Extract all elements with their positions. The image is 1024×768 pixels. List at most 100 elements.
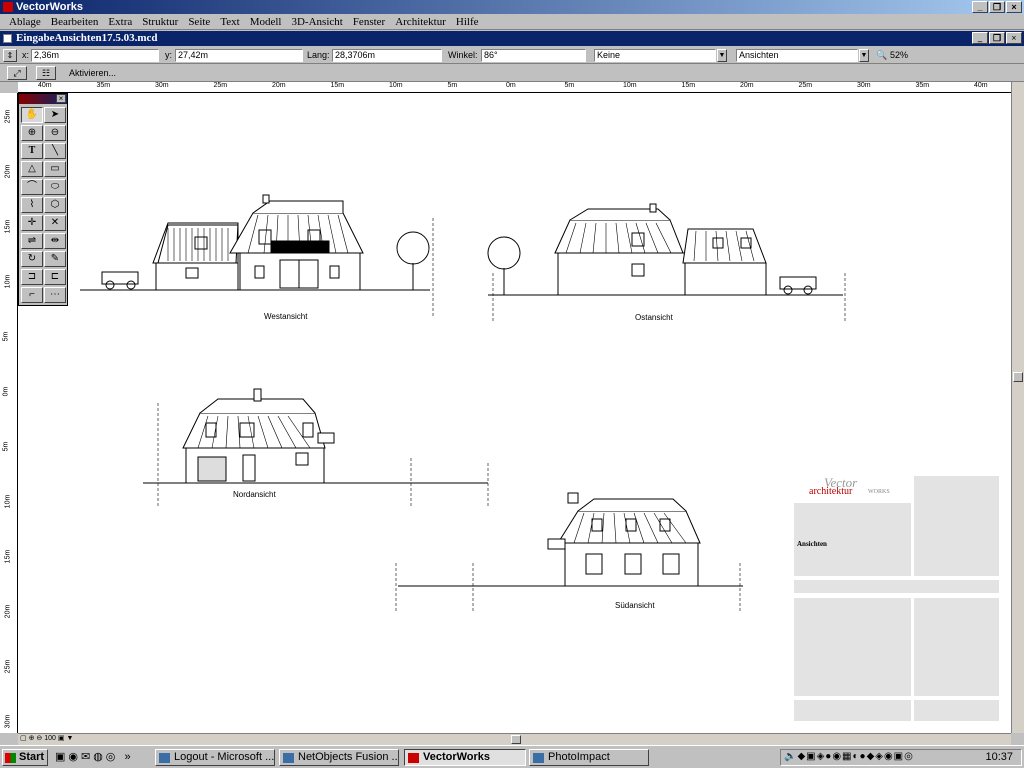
resize-mode-icon[interactable]: ⤢ bbox=[7, 66, 27, 80]
menu-struktur[interactable]: Struktur bbox=[137, 16, 183, 28]
line-tool-icon[interactable]: ╲ bbox=[44, 143, 66, 159]
polygon-tool-icon[interactable]: △ bbox=[21, 161, 43, 177]
menu-3d-ansicht[interactable]: 3D-Ansicht bbox=[286, 16, 347, 28]
zoom-level: 52% bbox=[890, 50, 909, 60]
logo-works-text: WORKS bbox=[868, 489, 890, 495]
vertical-scrollbar[interactable] bbox=[1011, 82, 1024, 733]
rotate-tool-icon[interactable]: ↻ bbox=[21, 251, 43, 267]
oval-tool-icon[interactable]: ⬭ bbox=[44, 179, 66, 195]
horizontal-scrollbar[interactable]: ▢ ⊕ ⊖ 100 ▣ ▼ bbox=[18, 733, 1011, 745]
north-elevation bbox=[143, 388, 489, 508]
title-block-signature-right bbox=[914, 700, 999, 721]
layer-select[interactable]: Ansichten bbox=[736, 49, 858, 62]
doc-close-button[interactable]: × bbox=[1006, 32, 1022, 44]
palette-close-icon[interactable]: × bbox=[56, 94, 66, 103]
horizontal-scroll-thumb[interactable] bbox=[511, 735, 521, 744]
ruler-top-tick: 35m bbox=[96, 82, 111, 89]
task-photoimpact[interactable]: PhotoImpact bbox=[529, 749, 649, 766]
menu-seite[interactable]: Seite bbox=[183, 16, 215, 28]
drawing-name: Ansichten bbox=[797, 540, 827, 548]
task-vectorworks[interactable]: VectorWorks bbox=[404, 749, 526, 766]
quick-launch-icons[interactable]: ▣◉✉◍◎ » bbox=[55, 750, 147, 765]
layer-dropdown-icon[interactable]: ▼ bbox=[859, 49, 869, 62]
close-button[interactable]: × bbox=[1006, 1, 1022, 13]
task-netobjects[interactable]: NetObjects Fusion ... bbox=[279, 749, 399, 766]
zoom-in-tool-icon[interactable]: ⊕ bbox=[21, 125, 43, 141]
title-block-dates bbox=[914, 598, 999, 696]
door-tool-icon[interactable]: ⊐ bbox=[21, 269, 43, 285]
dimension-tool-icon[interactable]: ⇹ bbox=[44, 233, 66, 249]
palette-titlebar[interactable]: × bbox=[19, 94, 67, 104]
polyline-tool-icon[interactable]: ⌇ bbox=[21, 197, 43, 213]
menu-hilfe[interactable]: Hilfe bbox=[451, 16, 484, 28]
zoom-percent[interactable]: 100 bbox=[44, 735, 56, 742]
class-dropdown-icon[interactable]: ▼ bbox=[717, 49, 727, 62]
tool-palette: × ✋ ➤ ⊕ ⊖ T ╲ △ ▭ ⌒ ⬭ ⌇ ⬡ ✛ ✕ ⇌ ⇹ ↻ ✎ ⊐ … bbox=[18, 93, 68, 306]
west-view-label: Westansicht bbox=[264, 312, 308, 321]
restore-button[interactable]: ❐ bbox=[989, 1, 1005, 13]
selection-arrow-tool-icon[interactable]: ➤ bbox=[44, 107, 66, 123]
x-tool-icon[interactable]: ✕ bbox=[44, 215, 66, 231]
grid-tool-icon[interactable]: ⋯ bbox=[44, 287, 66, 303]
doc-restore-button[interactable]: ❐ bbox=[989, 32, 1005, 44]
task-netobjects-label: NetObjects Fusion ... bbox=[298, 751, 399, 763]
vertical-scroll-thumb[interactable] bbox=[1013, 372, 1023, 382]
ruler-left-tick: 10m bbox=[4, 494, 12, 509]
doc-minimize-button[interactable]: _ bbox=[972, 32, 988, 44]
document-title: EingabeAnsichten17.5.03.mcd bbox=[16, 32, 158, 44]
ruler-left-tick: 30m bbox=[4, 714, 12, 729]
arc-tool-icon[interactable]: ⌒ bbox=[21, 179, 43, 195]
locus-tool-icon[interactable]: ✛ bbox=[21, 215, 43, 231]
west-elevation bbox=[80, 194, 434, 318]
menu-ablage[interactable]: Ablage bbox=[4, 16, 46, 28]
netobjects-icon bbox=[283, 753, 294, 763]
ruler-top: 40m 35m 30m 25m 20m 15m 10m 5m 0m 5m 10m 15m 20m 25m 3… bbox=[18, 82, 1011, 93]
rectangle-tool-icon[interactable]: ▭ bbox=[44, 161, 66, 177]
ruler-top-tick: 0m bbox=[506, 82, 516, 89]
drawing-canvas[interactable]: Westansicht Ostansicht Nordansicht Südan… bbox=[18, 93, 1011, 733]
start-button[interactable]: Start bbox=[2, 749, 48, 766]
wall-tool-icon[interactable]: ⇌ bbox=[21, 233, 43, 249]
y-field[interactable]: 27,42m bbox=[175, 49, 303, 62]
updown-icon[interactable]: ⇕ bbox=[3, 49, 17, 62]
menu-text[interactable]: Text bbox=[215, 16, 244, 28]
class-select[interactable]: Keine bbox=[594, 49, 716, 62]
align-mode-icon[interactable]: ☷ bbox=[36, 66, 56, 80]
zoom-out-icon[interactable]: ⊖ bbox=[36, 735, 42, 742]
text-tool-icon[interactable]: T bbox=[21, 143, 43, 159]
task-logout[interactable]: Logout - Microsoft ... bbox=[155, 749, 275, 766]
tray-icons[interactable]: 🔊◆▣◈●◉▦◐●◆◈◉▣◎ bbox=[784, 751, 914, 762]
pan-hand-tool-icon[interactable]: ✋ bbox=[21, 107, 43, 123]
zoom-menu-icon[interactable]: ▼ bbox=[66, 735, 73, 742]
ruler-left-tick: 20m bbox=[4, 164, 12, 179]
ruler-top-tick: 5m bbox=[447, 82, 458, 89]
menu-extra[interactable]: Extra bbox=[103, 16, 137, 28]
y-label: y: bbox=[165, 50, 173, 60]
fit-icon[interactable]: ▣ bbox=[58, 735, 65, 742]
ruler-top-tick: 15m bbox=[330, 82, 345, 89]
bottom-zoom-controls[interactable]: ▢ ⊕ ⊖ 100 ▣ ▼ bbox=[20, 735, 115, 744]
zoom-out-tool-icon[interactable]: ⊖ bbox=[44, 125, 66, 141]
menu-modell[interactable]: Modell bbox=[245, 16, 287, 28]
eyedropper-tool-icon[interactable]: ✎ bbox=[44, 251, 66, 267]
app-titlebar: VectorWorks _ ❐ × bbox=[0, 0, 1024, 14]
zoom-in-icon[interactable]: ⊕ bbox=[29, 735, 35, 742]
activate-label[interactable]: Aktivieren... bbox=[69, 68, 116, 78]
ruler-left-tick: 0m bbox=[2, 386, 10, 397]
title-block-revisions bbox=[914, 476, 999, 576]
menu-bearbeiten[interactable]: Bearbeiten bbox=[46, 16, 104, 28]
ruler-top-tick: 40m bbox=[974, 82, 988, 89]
page-icon[interactable]: ▢ bbox=[20, 735, 27, 742]
x-field[interactable]: 2,36m bbox=[31, 49, 159, 62]
zoom-icon[interactable]: 🔍 bbox=[876, 50, 887, 61]
stair-tool-icon[interactable]: ⌐ bbox=[21, 287, 43, 303]
minimize-button[interactable]: _ bbox=[972, 1, 988, 13]
hexagon-tool-icon[interactable]: ⬡ bbox=[44, 197, 66, 213]
menu-architektur[interactable]: Architektur bbox=[390, 16, 451, 28]
angle-field[interactable]: 86° bbox=[481, 49, 586, 62]
menu-fenster[interactable]: Fenster bbox=[348, 16, 390, 28]
ruler-top-tick: 35m bbox=[915, 82, 930, 89]
windows-flag-icon bbox=[5, 753, 16, 763]
length-field[interactable]: 28,3706m bbox=[332, 49, 442, 62]
window-tool-icon[interactable]: ⊏ bbox=[44, 269, 66, 285]
